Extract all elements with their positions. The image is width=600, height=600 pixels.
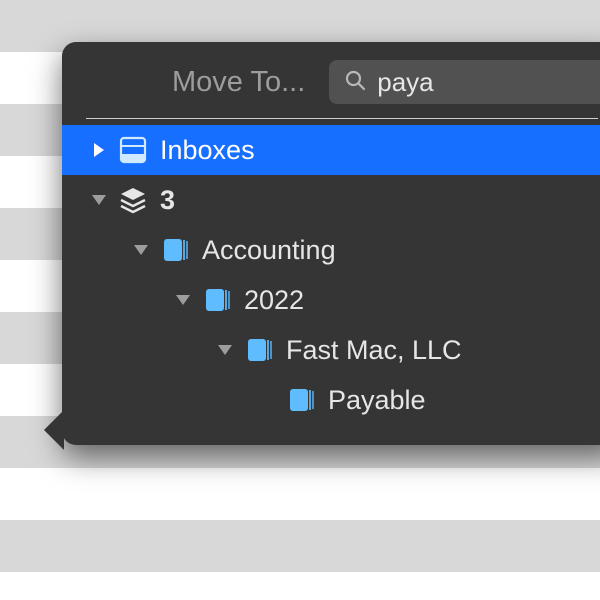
move-to-popover: Move To... <box>62 42 600 445</box>
folder-icon <box>158 235 192 265</box>
tree-row-2022[interactable]: 2022 <box>62 275 600 325</box>
tree-row-label: Fast Mac, LLC <box>286 335 462 366</box>
disclosure-triangle-open-icon[interactable] <box>216 343 234 357</box>
stack-icon <box>116 185 150 215</box>
inbox-icon <box>116 135 150 165</box>
tree-row-label: 3 <box>160 185 175 216</box>
disclosure-triangle-closed-icon[interactable] <box>90 142 108 158</box>
disclosure-triangle-open-icon[interactable] <box>132 243 150 257</box>
search-input[interactable] <box>377 67 600 98</box>
tree-row-label: Accounting <box>202 235 336 266</box>
tree-row-fast-mac-llc[interactable]: Fast Mac, LLC <box>62 325 600 375</box>
tree-row-label: 2022 <box>244 285 304 316</box>
tree-row-label: Inboxes <box>160 135 255 166</box>
tree-row-payable[interactable]: Payable <box>62 375 600 425</box>
search-icon <box>343 68 367 97</box>
tree-row-accounting[interactable]: Accounting <box>62 225 600 275</box>
popover-header: Move To... <box>62 60 600 118</box>
folder-tree: Inboxes 3 <box>62 119 600 425</box>
disclosure-triangle-open-icon[interactable] <box>174 293 192 307</box>
tree-row-inboxes[interactable]: Inboxes <box>62 125 600 175</box>
folder-icon <box>242 335 276 365</box>
tree-row-label: Payable <box>328 385 426 416</box>
search-field-container[interactable] <box>329 60 600 104</box>
folder-icon <box>284 385 318 415</box>
folder-icon <box>200 285 234 315</box>
tree-row-group[interactable]: 3 <box>62 175 600 225</box>
disclosure-triangle-open-icon[interactable] <box>90 193 108 207</box>
popover-title: Move To... <box>172 66 305 99</box>
